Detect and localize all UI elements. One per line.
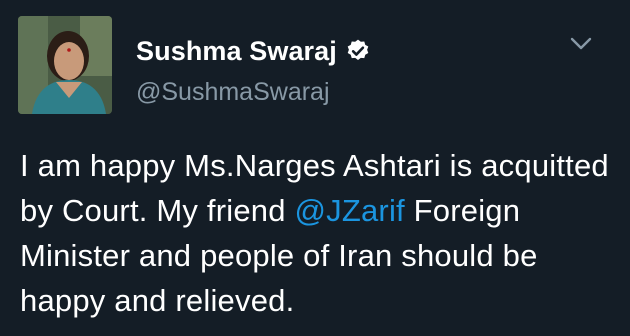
tweet-header: Sushma Swaraj @SushmaSwaraj	[136, 34, 371, 107]
name-row: Sushma Swaraj	[136, 34, 371, 68]
mention-link[interactable]: @JZarif	[294, 193, 404, 228]
chevron-down-icon	[570, 37, 592, 50]
verified-badge-icon	[345, 38, 371, 64]
avatar[interactable]	[18, 16, 112, 114]
tweet-card: Sushma Swaraj @SushmaSwaraj I am happy M…	[0, 0, 630, 336]
tweet-menu-button[interactable]	[568, 34, 594, 54]
display-name[interactable]: Sushma Swaraj	[136, 36, 337, 67]
tweet-text: I am happy Ms.Narges Ashtari is acquitte…	[20, 143, 620, 323]
profile-photo-icon	[18, 16, 112, 114]
user-handle[interactable]: @SushmaSwaraj	[136, 78, 371, 107]
